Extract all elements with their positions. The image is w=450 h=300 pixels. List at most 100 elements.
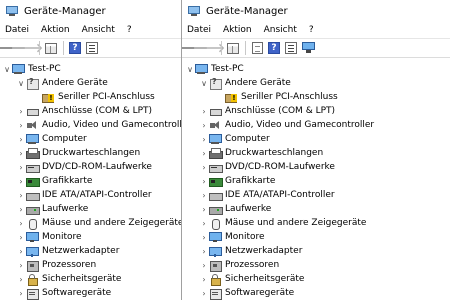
tree-item-maeuse[interactable]: › Mäuse und andere Zeigegeräte [182,216,450,230]
menu-ansicht[interactable]: Ansicht [82,25,115,35]
properties-button[interactable] [284,41,298,55]
title-bar: Geräte-Manager [0,0,181,22]
menu-help[interactable]: ? [127,25,132,35]
toolbar-separator [221,41,222,55]
tree-item-label: Softwaregeräte [42,288,112,298]
tree-item-netzwerkadapter[interactable]: › Netzwerkadapter [0,244,181,258]
tree-root[interactable]: ∨ Test-PC [182,62,450,76]
menu-bar: Datei Aktion Ansicht ? [182,22,450,39]
tree-item-anschluesse[interactable]: › Anschlüsse (COM & LPT) [0,104,181,118]
tree-item-label: Andere Geräte [42,78,108,88]
tree-item-grafikkarte[interactable]: › Grafikkarte [182,174,450,188]
show-hide-console-tree-button[interactable] [226,41,240,55]
expand-chevron-icon[interactable]: › [199,121,209,130]
tree-item-maeuse[interactable]: › Mäuse und andere Zeigegeräte [0,216,181,230]
show-hide-console-tree-button[interactable] [44,41,58,55]
expand-chevron-icon[interactable]: › [16,191,26,200]
tree-item-ide[interactable]: › IDE ATA/ATAPI-Controller [0,188,181,202]
expand-chevron-icon[interactable]: › [199,177,209,186]
tree-item-sicherheitsgeraete[interactable]: › Sicherheitsgeräte [0,272,181,286]
help-button[interactable]: ? [68,41,82,55]
tree-item-softwaregeraete[interactable]: › Softwaregeräte [0,286,181,300]
scan-hardware-button[interactable] [301,41,315,55]
tree-item-computer[interactable]: › Computer [0,132,181,146]
tree-item-andere-geraete[interactable]: ∨ Andere Geräte [182,76,450,90]
expand-chevron-icon[interactable]: › [199,149,209,158]
properties-sheet-button[interactable] [250,41,264,55]
expand-chevron-icon[interactable]: › [16,275,26,284]
expand-chevron-icon[interactable]: › [16,247,26,256]
expand-chevron-icon[interactable]: › [199,205,209,214]
security-device-icon [209,273,221,286]
disk-drive-icon [209,204,223,215]
menu-datei[interactable]: Datei [187,25,211,35]
expand-chevron-icon[interactable]: › [16,177,26,186]
forward-button[interactable]: 🡒 [11,41,43,55]
menu-aktion[interactable]: Aktion [223,25,252,35]
expand-chevron-icon[interactable]: › [199,163,209,172]
menu-help[interactable]: ? [309,25,314,35]
properties-icon [86,42,98,54]
menu-ansicht[interactable]: Ansicht [264,25,297,35]
tree-item-prozessoren[interactable]: › Prozessoren [182,258,450,272]
expand-chevron-icon[interactable]: › [199,233,209,242]
expand-chevron-icon[interactable]: › [199,261,209,270]
menu-aktion[interactable]: Aktion [41,25,70,35]
expand-chevron-icon[interactable]: › [199,191,209,200]
tree-item-softwaregeraete[interactable]: › Softwaregeräte [182,286,450,300]
expand-chevron-icon[interactable]: › [199,135,209,144]
tree-item-audio[interactable]: › Audio, Video und Gamecontroller [0,118,181,132]
expand-chevron-icon[interactable]: › [16,107,26,116]
tree-item-monitore[interactable]: › Monitore [0,230,181,244]
tree-item-computer[interactable]: › Computer [182,132,450,146]
toolbar-separator [39,41,40,55]
tree-item-druckwarteschlangen[interactable]: › Druckwarteschlangen [0,146,181,160]
forward-button[interactable]: 🡒 [193,41,225,55]
tree-item-sicherheitsgeraete[interactable]: › Sicherheitsgeräte [182,272,450,286]
computer-icon [209,133,222,145]
software-device-icon [209,288,222,300]
tree-item-ide[interactable]: › IDE ATA/ATAPI-Controller [182,188,450,202]
expand-chevron-icon[interactable]: › [199,275,209,284]
tree-item-label: IDE ATA/ATAPI-Controller [42,190,152,200]
expand-chevron-icon[interactable]: › [16,289,26,298]
tree-item-serial-pci[interactable]: Seriller PCI-Anschluss [0,90,181,104]
tree-item-audio[interactable]: › Audio, Video und Gamecontroller [182,118,450,132]
computer-icon [26,133,39,145]
help-button[interactable]: ? [267,41,281,55]
tree-item-prozessoren[interactable]: › Prozessoren [0,258,181,272]
tree-item-serial-pci[interactable]: Seriller PCI-Anschluss [182,90,450,104]
tree-item-laufwerke[interactable]: › Laufwerke [182,202,450,216]
expand-chevron-icon[interactable]: › [16,233,26,242]
expand-chevron-icon[interactable]: › [16,135,26,144]
expand-chevron-icon[interactable]: › [16,219,26,228]
tree-item-druckwarteschlangen[interactable]: › Druckwarteschlangen [182,146,450,160]
expand-chevron-icon[interactable]: › [199,247,209,256]
tree-item-andere-geraete[interactable]: ∨ Andere Geräte [0,76,181,90]
port-icon [209,106,222,117]
tree-item-netzwerkadapter[interactable]: › Netzwerkadapter [182,244,450,258]
expand-chevron-icon[interactable]: › [16,261,26,270]
window-title: Geräte-Manager [206,5,288,17]
tree-root[interactable]: ∨ Test-PC [0,62,181,76]
expand-chevron-icon[interactable]: › [199,107,209,116]
collapse-chevron-icon[interactable]: ∨ [199,79,209,88]
expand-chevron-icon[interactable]: › [16,205,26,214]
menu-datei[interactable]: Datei [5,25,29,35]
tree-item-laufwerke[interactable]: › Laufwerke [0,202,181,216]
tree-item-grafikkarte[interactable]: › Grafikkarte [0,174,181,188]
tree-item-monitore[interactable]: › Monitore [182,230,450,244]
expand-chevron-icon[interactable]: › [16,163,26,172]
collapse-chevron-icon[interactable]: ∨ [16,79,26,88]
tree-item-dvd[interactable]: › DVD/CD-ROM-Laufwerke [182,160,450,174]
expand-chevron-icon[interactable]: › [16,149,26,158]
properties-button[interactable] [85,41,99,55]
collapse-chevron-icon[interactable]: ∨ [2,65,12,74]
tree-item-anschluesse[interactable]: › Anschlüsse (COM & LPT) [182,104,450,118]
tree-item-dvd[interactable]: › DVD/CD-ROM-Laufwerke [0,160,181,174]
collapse-chevron-icon[interactable]: ∨ [185,65,195,74]
expand-chevron-icon[interactable]: › [16,121,26,130]
tree-item-label: Laufwerke [42,204,89,214]
expand-chevron-icon[interactable]: › [199,289,209,298]
expand-chevron-icon[interactable]: › [199,219,209,228]
